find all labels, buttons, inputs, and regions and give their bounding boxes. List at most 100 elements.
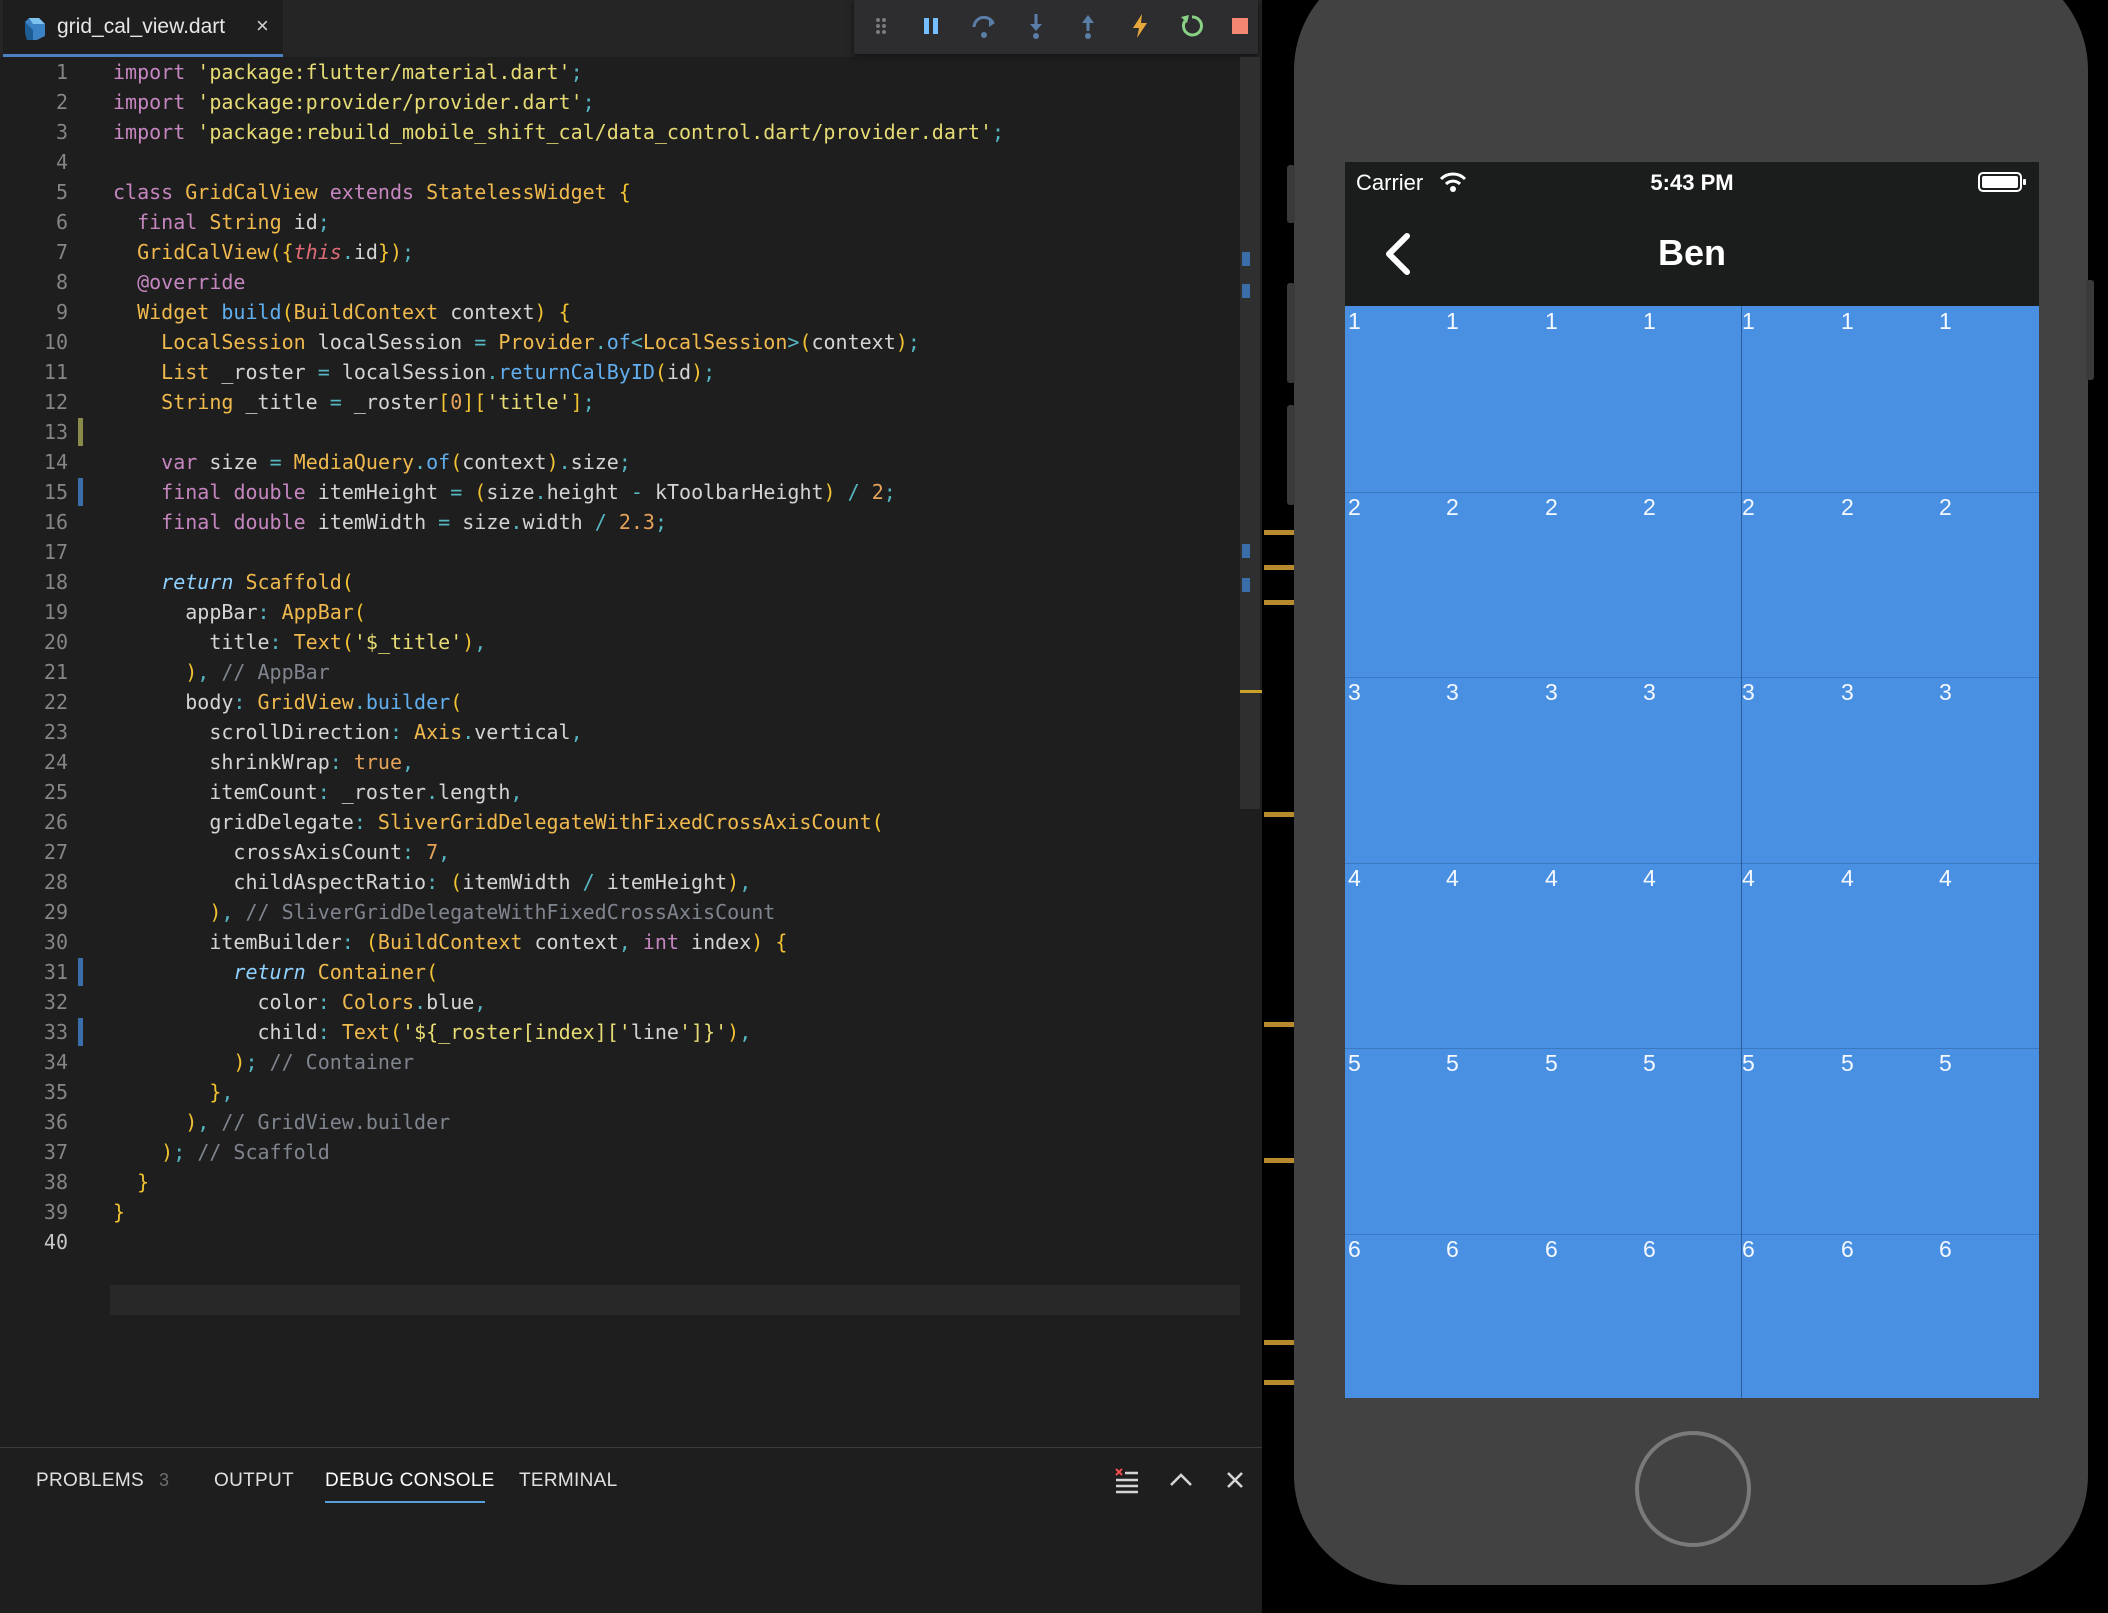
code-line[interactable]: @override xyxy=(113,267,245,297)
grid-cell[interactable]: 6 xyxy=(1446,1236,1459,1263)
code-line[interactable]: import 'package:flutter/material.dart'; xyxy=(113,57,583,87)
code-line[interactable]: import 'package:provider/provider.dart'; xyxy=(113,87,595,117)
code-area[interactable]: 1 import 'package:flutter/material.dart';… xyxy=(0,57,1240,1437)
clear-console-icon[interactable] xyxy=(1114,1467,1140,1495)
step-into-icon[interactable] xyxy=(1021,11,1051,41)
grid-cell[interactable]: 5 xyxy=(1742,1050,1755,1077)
grid-cell[interactable]: 1 xyxy=(1446,308,1459,335)
grid-cell[interactable]: 6 xyxy=(1545,1236,1558,1263)
stop-icon[interactable] xyxy=(1225,11,1255,41)
line-number: 20 xyxy=(43,630,68,654)
code-line[interactable]: import 'package:rebuild_mobile_shift_cal… xyxy=(113,117,1004,147)
code-line[interactable]: childAspectRatio: (itemWidth / itemHeigh… xyxy=(113,867,751,897)
code-line[interactable]: body: GridView.builder( xyxy=(113,687,462,717)
code-line[interactable]: return Scaffold( xyxy=(113,567,354,597)
tab-output[interactable]: OUTPUT xyxy=(214,1470,294,1492)
code-line[interactable]: List _roster = localSession.returnCalByI… xyxy=(113,357,715,387)
code-line[interactable]: Widget build(BuildContext context) { xyxy=(113,297,571,327)
grid-cell[interactable]: 4 xyxy=(1742,865,1755,892)
code-line[interactable]: child: Text('${_roster[index]['line']}')… xyxy=(113,1017,752,1047)
tab-close-icon[interactable]: × xyxy=(256,13,269,39)
code-line[interactable]: ); // Container xyxy=(113,1047,414,1077)
tab-debug-console[interactable]: DEBUG CONSOLE xyxy=(325,1470,495,1492)
tab-terminal[interactable]: TERMINAL xyxy=(519,1470,617,1492)
grid-cell[interactable]: 4 xyxy=(1841,865,1854,892)
code-line[interactable]: }, xyxy=(113,1077,233,1107)
code-line[interactable]: appBar: AppBar( xyxy=(113,597,366,627)
maximize-panel-icon[interactable] xyxy=(1168,1467,1194,1493)
code-line[interactable]: itemCount: _roster.length, xyxy=(113,777,522,807)
pause-icon[interactable] xyxy=(916,11,946,41)
tab-problems[interactable]: PROBLEMS xyxy=(36,1470,144,1492)
code-line[interactable]: } xyxy=(113,1167,149,1197)
code-line[interactable]: final String id; xyxy=(113,207,330,237)
grid-cell[interactable]: 6 xyxy=(1643,1236,1656,1263)
grid-cell[interactable]: 6 xyxy=(1348,1236,1361,1263)
grid-cell[interactable]: 5 xyxy=(1348,1050,1361,1077)
grid-cell[interactable]: 1 xyxy=(1841,308,1854,335)
grid-cell[interactable]: 4 xyxy=(1643,865,1656,892)
grid-cell[interactable]: 2 xyxy=(1545,494,1558,521)
grid-cell[interactable]: 2 xyxy=(1446,494,1459,521)
grid-cell[interactable]: 1 xyxy=(1939,308,1952,335)
code-line[interactable]: GridCalView({this.id}); xyxy=(113,237,414,267)
code-line[interactable]: color: Colors.blue, xyxy=(113,987,487,1017)
grid-cell[interactable]: 2 xyxy=(1742,494,1755,521)
grid-cell[interactable]: 4 xyxy=(1939,865,1952,892)
close-panel-icon[interactable] xyxy=(1222,1467,1248,1493)
hot-reload-icon[interactable] xyxy=(1125,11,1155,41)
code-line[interactable]: var size = MediaQuery.of(context).size; xyxy=(113,447,631,477)
grid-cell[interactable]: 5 xyxy=(1841,1050,1854,1077)
code-line[interactable]: class GridCalView extends StatelessWidge… xyxy=(113,177,631,207)
grid-cell[interactable]: 3 xyxy=(1841,679,1854,706)
line-number: 32 xyxy=(43,990,68,1014)
code-line[interactable]: itemBuilder: (BuildContext context, int … xyxy=(113,927,787,957)
grid-cell[interactable]: 3 xyxy=(1446,679,1459,706)
grid-cell[interactable]: 1 xyxy=(1545,308,1558,335)
grid-cell[interactable]: 1 xyxy=(1643,308,1656,335)
grid-cell[interactable]: 5 xyxy=(1939,1050,1952,1077)
grid-cell[interactable]: 4 xyxy=(1446,865,1459,892)
code-line[interactable]: final double itemHeight = (size.height -… xyxy=(113,477,896,507)
step-out-icon[interactable] xyxy=(1073,11,1103,41)
grid-cell[interactable]: 3 xyxy=(1545,679,1558,706)
editor-tab[interactable]: grid_cal_view.dart × xyxy=(3,0,283,57)
code-line[interactable]: } xyxy=(113,1197,125,1227)
grid-cell[interactable]: 6 xyxy=(1939,1236,1952,1263)
grid-cell[interactable]: 5 xyxy=(1643,1050,1656,1077)
grid-cell[interactable]: 1 xyxy=(1348,308,1361,335)
scrollbar-thumb[interactable] xyxy=(1240,57,1260,809)
grid-cell[interactable]: 3 xyxy=(1643,679,1656,706)
grid-cell[interactable]: 6 xyxy=(1841,1236,1854,1263)
code-line[interactable]: final double itemWidth = size.width / 2.… xyxy=(113,507,667,537)
code-line[interactable]: crossAxisCount: 7, xyxy=(113,837,450,867)
code-line[interactable]: LocalSession localSession = Provider.of<… xyxy=(113,327,920,357)
home-button[interactable] xyxy=(1635,1431,1751,1547)
code-line[interactable]: gridDelegate: SliverGridDelegateWithFixe… xyxy=(113,807,883,837)
code-line[interactable]: title: Text('$_title'), xyxy=(113,627,486,657)
code-line[interactable]: ), // GridView.builder xyxy=(113,1107,450,1137)
grid-cell[interactable]: 2 xyxy=(1841,494,1854,521)
grid-cell[interactable]: 2 xyxy=(1939,494,1952,521)
grid-cell[interactable]: 5 xyxy=(1545,1050,1558,1077)
grid-cell[interactable]: 1 xyxy=(1742,308,1755,335)
grid-cell[interactable]: 4 xyxy=(1348,865,1361,892)
restart-icon[interactable] xyxy=(1177,11,1207,41)
code-line[interactable]: scrollDirection: Axis.vertical, xyxy=(113,717,582,747)
step-over-icon[interactable] xyxy=(969,11,999,41)
grid-cell[interactable]: 3 xyxy=(1742,679,1755,706)
grid-cell[interactable]: 6 xyxy=(1742,1236,1755,1263)
grid-cell[interactable]: 3 xyxy=(1348,679,1361,706)
code-line[interactable]: shrinkWrap: true, xyxy=(113,747,414,777)
code-line[interactable]: return Container( xyxy=(113,957,438,987)
grid-cell[interactable]: 2 xyxy=(1348,494,1361,521)
code-line[interactable]: ); // Scaffold xyxy=(113,1137,330,1167)
code-line[interactable]: ), // SliverGridDelegateWithFixedCrossAx… xyxy=(113,897,775,927)
grid-cell[interactable]: 2 xyxy=(1643,494,1656,521)
code-line[interactable]: String _title = _roster[0]['title']; xyxy=(113,387,595,417)
code-line[interactable]: ), // AppBar xyxy=(113,657,330,687)
grid-cell[interactable]: 3 xyxy=(1939,679,1952,706)
grid-cell[interactable]: 5 xyxy=(1446,1050,1459,1077)
drag-handle-icon[interactable] xyxy=(866,11,896,41)
grid-cell[interactable]: 4 xyxy=(1545,865,1558,892)
